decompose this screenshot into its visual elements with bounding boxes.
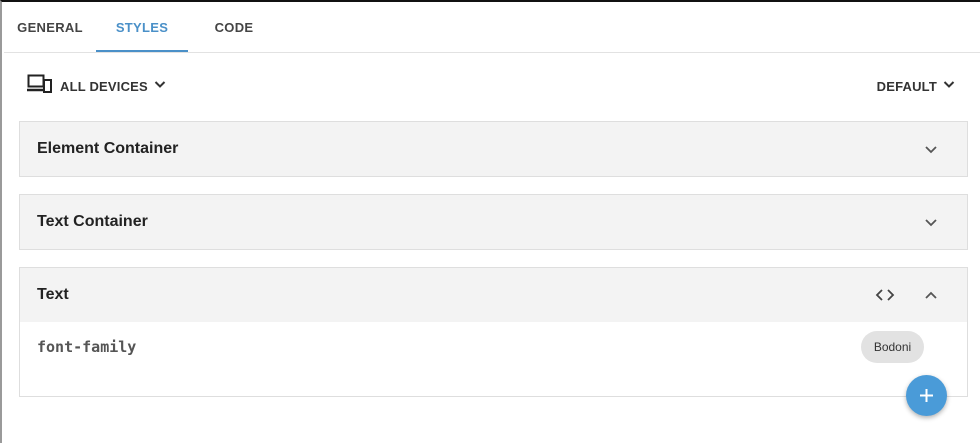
chevron-down-icon — [154, 77, 166, 95]
panel-title: Text Container — [37, 213, 148, 230]
panel-text: Text font-family Bodoni — [19, 267, 968, 397]
panel-header[interactable]: Text — [20, 268, 967, 322]
tab-bar: GENERAL STYLES CODE — [4, 4, 980, 53]
panel-element-container: Element Container — [19, 121, 968, 177]
breakpoint-selector[interactable]: DEFAULT — [877, 76, 955, 96]
panel-header[interactable]: Element Container — [20, 122, 967, 176]
add-style-button[interactable] — [906, 375, 947, 416]
chevron-down-icon[interactable] — [923, 214, 939, 230]
code-icon[interactable] — [875, 287, 895, 303]
panel-text-container: Text Container — [19, 194, 968, 250]
property-name: font-family — [37, 338, 137, 356]
active-tab-indicator — [96, 50, 188, 52]
panel-header[interactable]: Text Container — [20, 195, 967, 249]
device-selector[interactable]: ALL DEVICES — [27, 74, 166, 99]
tab-code[interactable]: CODE — [188, 4, 280, 52]
chevron-down-icon — [943, 77, 955, 95]
tab-general[interactable]: GENERAL — [4, 4, 96, 52]
chevron-up-icon[interactable] — [923, 287, 939, 303]
devices-icon — [27, 74, 52, 99]
panel-title: Text — [37, 286, 69, 303]
breakpoint-selector-label: DEFAULT — [876, 78, 937, 94]
tab-styles[interactable]: STYLES — [96, 4, 188, 52]
property-value-chip[interactable]: Bodoni — [861, 331, 924, 363]
panel-body: font-family Bodoni — [20, 322, 967, 396]
device-selector-label: ALL DEVICES — [60, 78, 148, 94]
panel-title: Element Container — [37, 140, 179, 157]
chevron-down-icon[interactable] — [923, 141, 939, 157]
